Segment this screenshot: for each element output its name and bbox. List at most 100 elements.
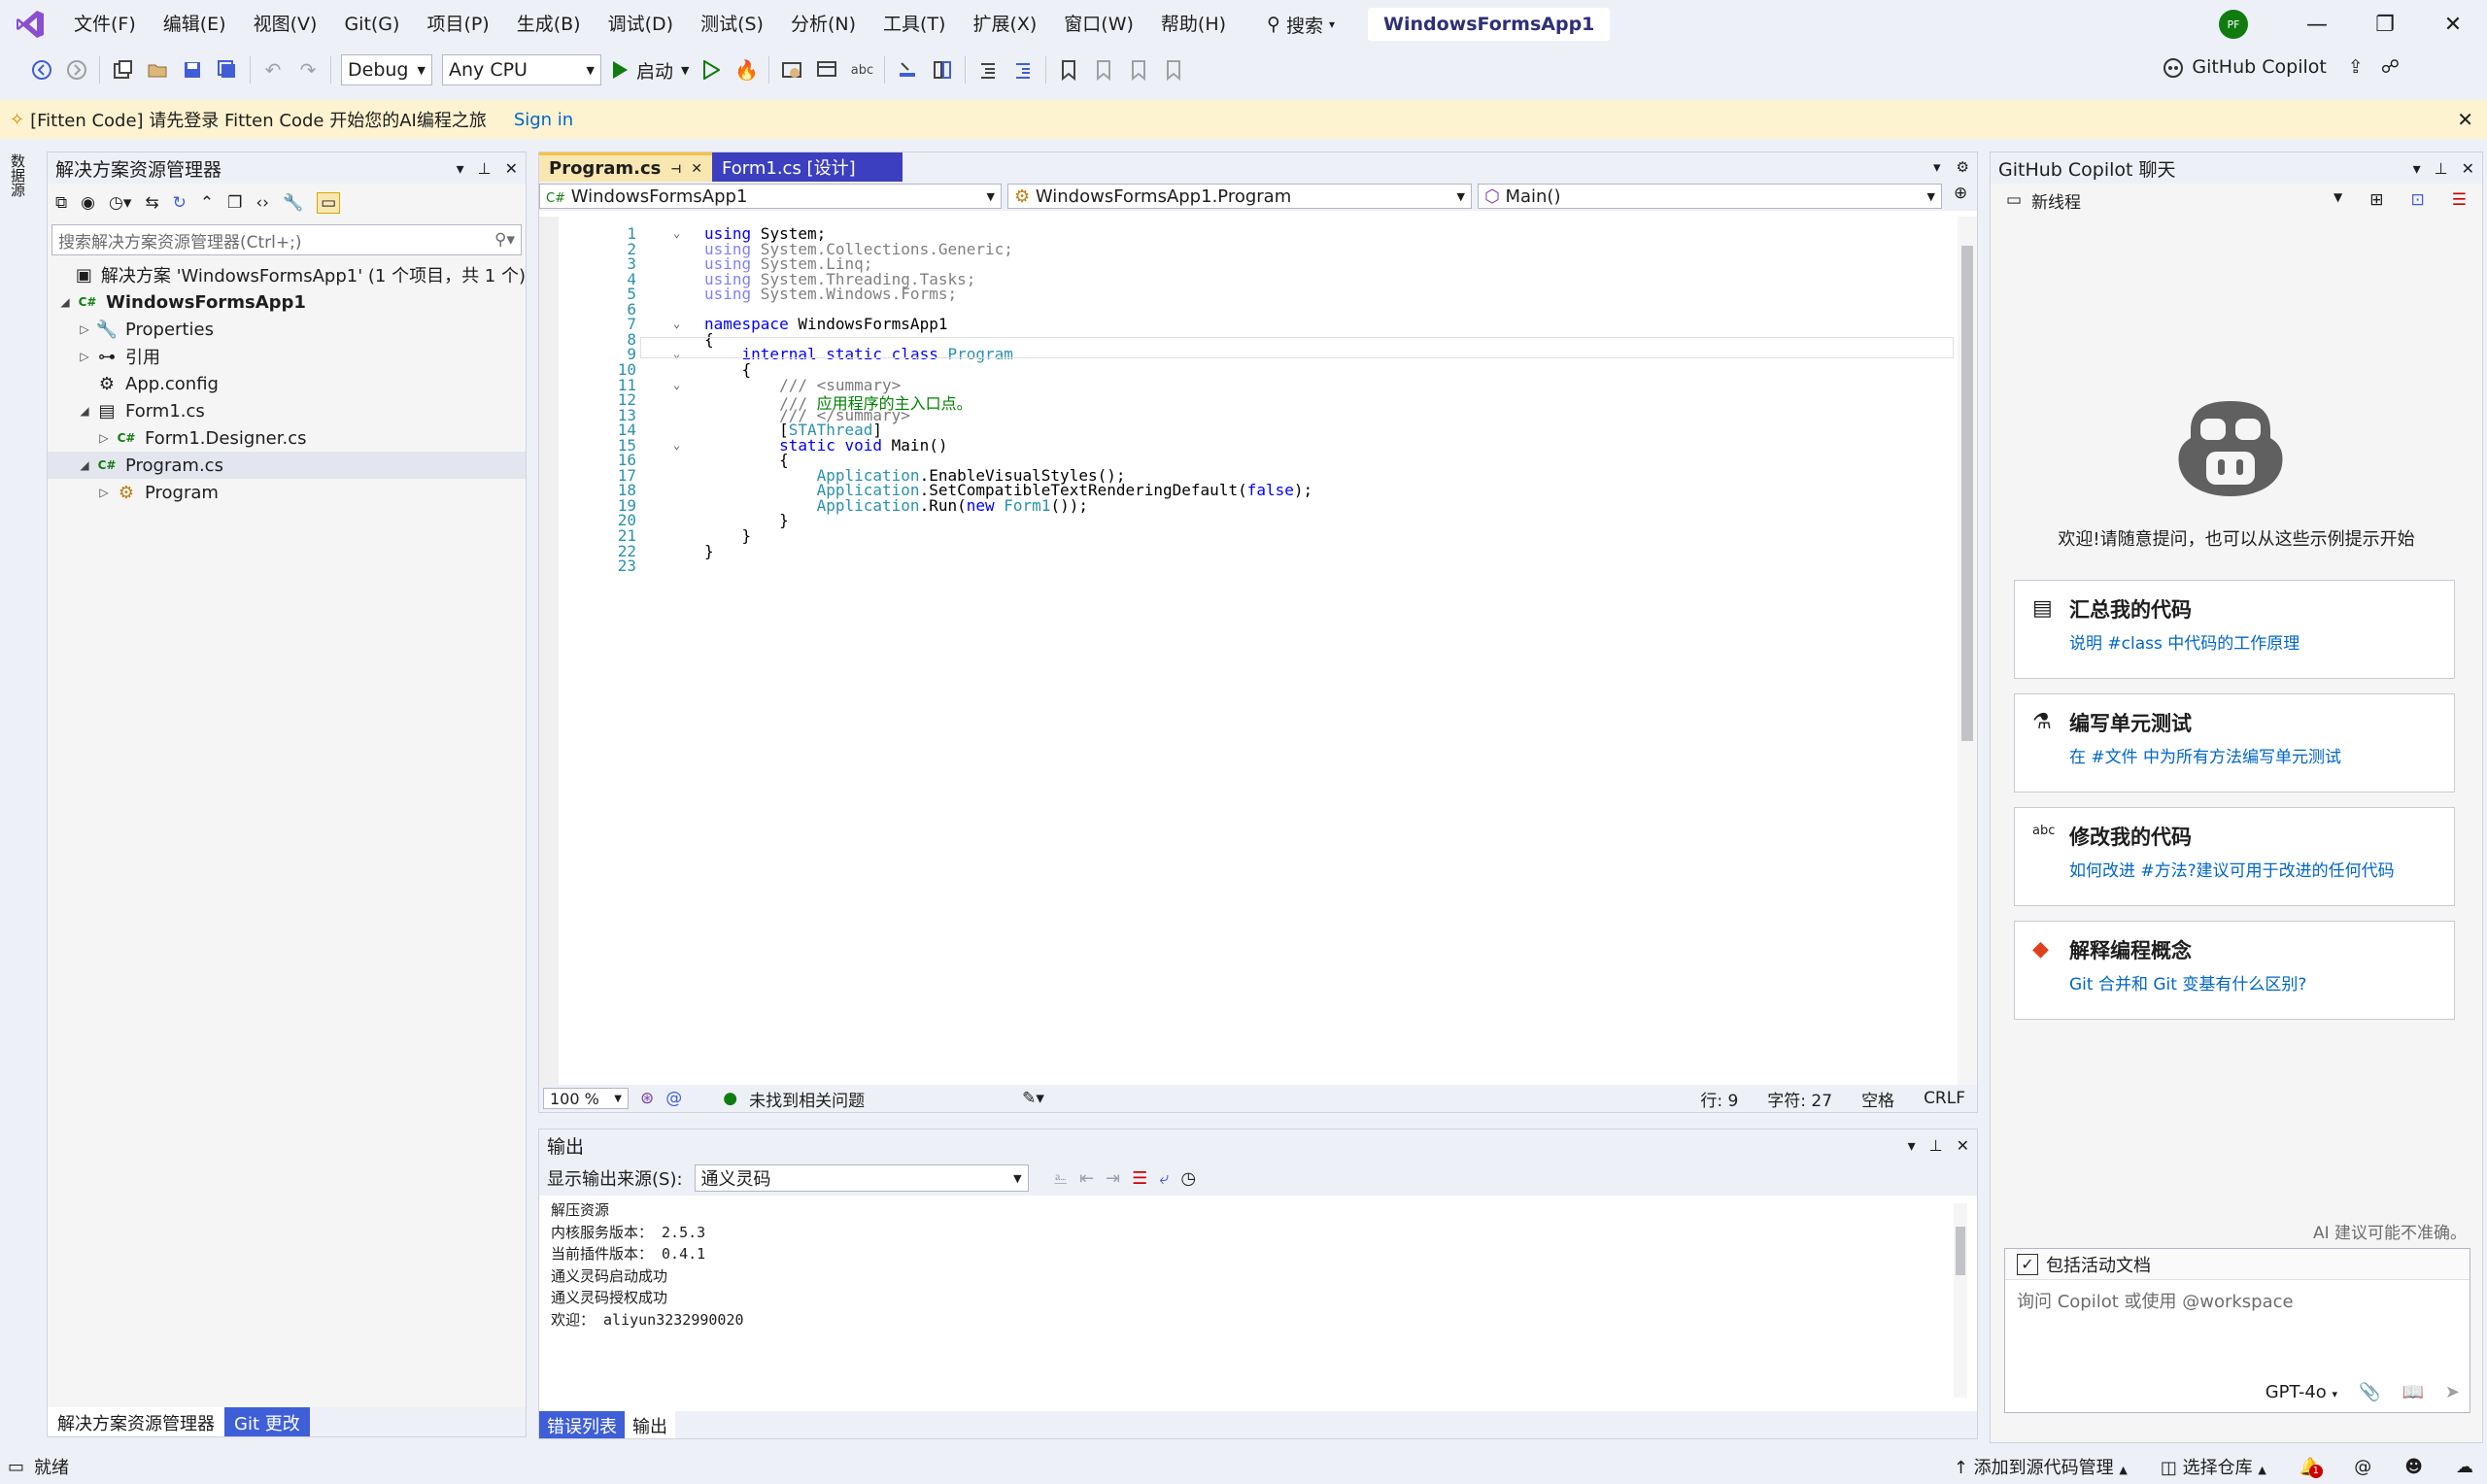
share-icon[interactable]: ⇪	[2348, 56, 2364, 78]
zoom-select[interactable]: 100 % ▼	[543, 1088, 629, 1109]
close-icon[interactable]: ✕	[2457, 108, 2473, 131]
pending-changes-icon[interactable]: ◷▾	[109, 193, 131, 213]
save-icon[interactable]	[180, 57, 205, 83]
bookmark-icon[interactable]	[1056, 57, 1081, 83]
type-nav-select[interactable]: ⚙ WindowsFormsApp1.Program ▼	[1007, 184, 1472, 209]
show-all-files-icon[interactable]: ❐	[227, 193, 242, 213]
tree-item[interactable]: ▷ C# Form1.Designer.cs	[48, 424, 526, 452]
fold-toggle-icon[interactable]: ⌄	[673, 438, 680, 452]
indent-icon[interactable]	[1010, 57, 1036, 83]
ai-icon[interactable]: ⊛	[640, 1089, 654, 1108]
search-button[interactable]: ⚲ 搜索 ▾	[1255, 12, 1346, 38]
avatar[interactable]: PF	[2219, 10, 2248, 39]
timestamp-icon[interactable]: ◷	[1180, 1168, 1196, 1189]
close-icon[interactable]: ✕	[505, 159, 518, 178]
cleanup-icon[interactable]: ✎▾	[1022, 1089, 1044, 1108]
sync-icon[interactable]: ⇆	[145, 193, 158, 213]
start-without-debug-icon[interactable]	[698, 57, 724, 83]
history-icon[interactable]: ☰	[2452, 190, 2467, 210]
new-thread-icon[interactable]: ⊞	[2369, 190, 2383, 210]
back-icon[interactable]	[29, 57, 54, 83]
prompt-book-icon[interactable]: 📖	[2402, 1382, 2423, 1402]
copilot-status-icon[interactable]: @	[665, 1089, 682, 1108]
start-debug-button[interactable]: 启动 ▼	[611, 57, 689, 84]
layout-icon[interactable]	[814, 57, 839, 83]
word-wrap-icon[interactable]: ⤶	[1159, 1168, 1169, 1189]
expand-arrow-icon[interactable]: ▷	[77, 350, 92, 363]
tab-error-list[interactable]: 错误列表	[539, 1411, 625, 1438]
new-project-icon[interactable]	[110, 57, 135, 83]
next-bookmark-icon[interactable]	[1126, 57, 1151, 83]
solution-search-input[interactable]: 搜索解决方案资源管理器(Ctrl+;) ⚲▾	[51, 224, 522, 255]
find-message-icon[interactable]: ⎁	[1054, 1168, 1068, 1189]
fold-toggle-icon[interactable]: ⌄	[673, 317, 680, 330]
configuration-select[interactable]: Debug ▼	[341, 54, 432, 85]
pin-icon[interactable]: ⊥	[478, 159, 492, 178]
menu-item[interactable]: 窗口(W)	[1050, 0, 1147, 49]
expand-arrow-icon[interactable]: ▷	[77, 322, 92, 336]
close-icon[interactable]: ✕	[1957, 1136, 1969, 1155]
menu-item[interactable]: 项目(P)	[413, 0, 502, 49]
model-select[interactable]: GPT-4o ▾	[2266, 1382, 2337, 1402]
menu-item[interactable]: 调试(D)	[595, 0, 687, 49]
clear-all-icon[interactable]: ☰	[1132, 1168, 1147, 1189]
pin-icon[interactable]: ⊥	[2435, 159, 2448, 178]
fold-toggle-icon[interactable]: ⌄	[673, 378, 680, 391]
output-source-select[interactable]: 通义灵码 ▼	[694, 1164, 1029, 1192]
include-active-doc-checkbox[interactable]: ✓ 包括活动文档	[2005, 1249, 2470, 1280]
tab-overflow-icon[interactable]: ▾	[1933, 158, 1941, 176]
copilot-face-icon[interactable]: ☻	[2404, 1457, 2423, 1477]
add-source-control-button[interactable]: ↑ 添加到源代码管理 ▲	[1954, 1454, 2128, 1479]
line-indicator[interactable]: 行: 9	[1700, 1087, 1738, 1111]
new-window-icon[interactable]: ⊡	[2411, 190, 2425, 210]
compare-icon[interactable]	[930, 57, 955, 83]
menu-item[interactable]: 视图(V)	[240, 0, 331, 49]
tab-output[interactable]: 输出	[625, 1411, 675, 1438]
menu-item[interactable]: 工具(T)	[869, 0, 959, 49]
visual-studio-logo[interactable]	[0, 0, 60, 49]
platform-select[interactable]: Any CPU ▼	[442, 54, 601, 85]
tab-solution-explorer[interactable]: 解决方案资源管理器	[48, 1407, 224, 1436]
tree-item[interactable]: ◢ C# Program.cs	[48, 452, 526, 479]
expand-arrow-icon[interactable]: ▷	[96, 486, 112, 499]
copilot-status-icon[interactable]: @	[2354, 1457, 2371, 1477]
tree-item[interactable]: ▣ 解决方案 'WindowsFormsApp1' (1 个项目，共 1 个)	[48, 261, 526, 288]
tree-item[interactable]: ◢ ▤ Form1.cs	[48, 397, 526, 424]
issues-status[interactable]: 未找到相关问题	[749, 1087, 865, 1111]
eol-indicator[interactable]: CRLF	[1924, 1089, 1965, 1108]
save-all-icon[interactable]	[215, 57, 240, 83]
prompt-suggestion-card[interactable]: ⚗ 编写单元测试在 #文件 中为所有方法编写单元测试	[2014, 693, 2455, 793]
pin-icon[interactable]: ⊣	[670, 162, 681, 176]
menu-item[interactable]: 扩展(X)	[959, 0, 1050, 49]
pin-icon[interactable]: ⊥	[1929, 1136, 1943, 1155]
properties-icon[interactable]: 🔧	[283, 193, 303, 213]
project-nav-select[interactable]: C# WindowsFormsApp1 ▼	[539, 184, 1002, 209]
tree-item[interactable]: ▷ ⊶ 引用	[48, 343, 526, 370]
prompt-suggestion-card[interactable]: ◆ 解释编程概念 Git 合并和 Git 变基有什么区别?	[2014, 921, 2455, 1020]
collapse-all-icon[interactable]: ⌃	[200, 193, 214, 213]
refresh-icon[interactable]: ↻	[173, 193, 187, 213]
expand-arrow-icon[interactable]: ◢	[77, 404, 92, 418]
dropdown-icon[interactable]: ▾	[457, 159, 464, 178]
step-icon[interactable]	[895, 57, 920, 83]
close-icon[interactable]: ✕	[691, 161, 702, 177]
dropdown-icon[interactable]: ▾	[1908, 1136, 1916, 1155]
data-sources-tab[interactable]: 数据源	[8, 153, 28, 197]
clear-bookmarks-icon[interactable]	[1161, 57, 1186, 83]
menu-item[interactable]: 帮助(H)	[1147, 0, 1240, 49]
sign-in-link[interactable]: Sign in	[514, 110, 573, 130]
expand-arrow-icon[interactable]: ◢	[57, 295, 73, 309]
view-code-icon[interactable]: ‹›	[256, 193, 269, 213]
char-indicator[interactable]: 字符: 27	[1767, 1087, 1832, 1111]
tree-item[interactable]: ◢ C# WindowsFormsApp1	[48, 288, 526, 316]
notifications-icon[interactable]: 🔔1	[2300, 1457, 2323, 1478]
hot-reload-icon[interactable]: 🔥	[733, 57, 759, 83]
expand-arrow-icon[interactable]: ▷	[96, 431, 112, 445]
send-icon[interactable]: ➤	[2445, 1382, 2460, 1402]
cloud-icon[interactable]: ☁	[2456, 1457, 2473, 1477]
menu-item[interactable]: 测试(S)	[687, 0, 777, 49]
menu-item[interactable]: 文件(F)	[60, 0, 150, 49]
settings-icon[interactable]: ⚙	[1957, 158, 1969, 176]
prompt-suggestion-card[interactable]: abc 修改我的代码 如何改进 #方法?建议可用于改进的任何代码	[2014, 807, 2455, 906]
prev-message-icon[interactable]: ⇤	[1079, 1168, 1094, 1189]
